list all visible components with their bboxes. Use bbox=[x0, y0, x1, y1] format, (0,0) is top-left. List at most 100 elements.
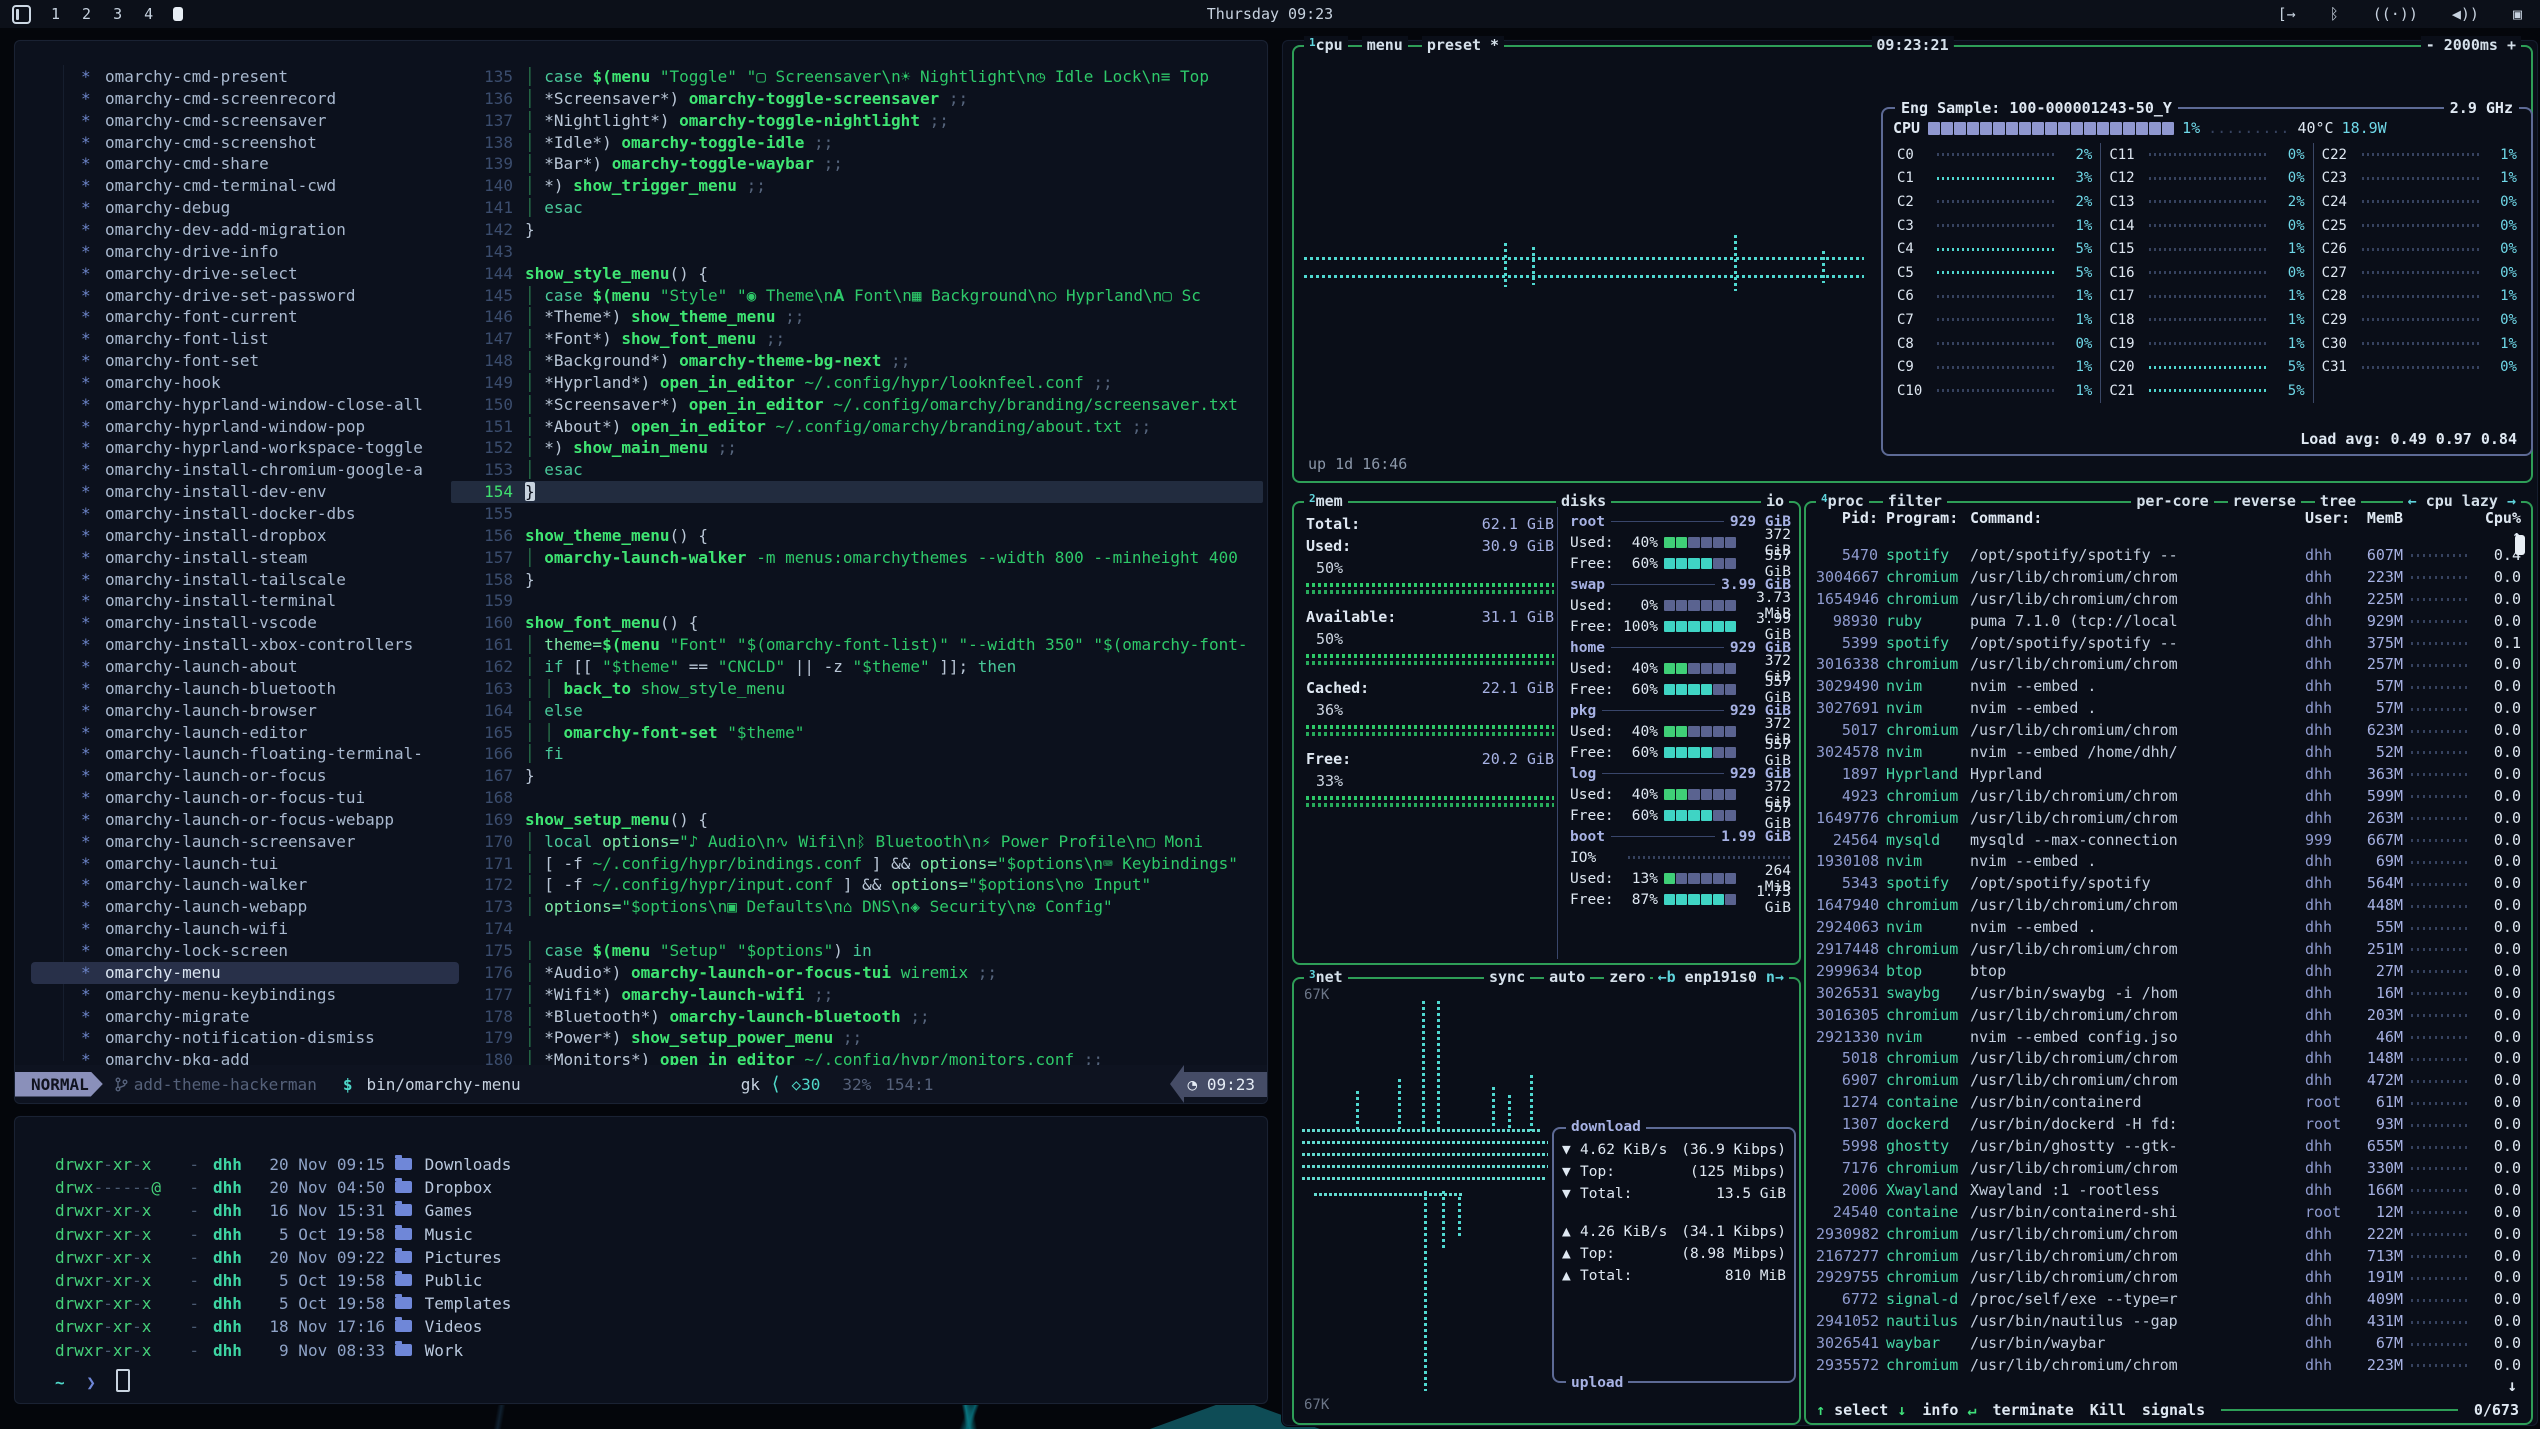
dir-row-Public[interactable]: drwxr-xr-x-dhh 5 Oct 19:58 Public bbox=[55, 1269, 1247, 1292]
code-line[interactable]: │ *Nightlight*) omarchy-toggle-nightligh… bbox=[525, 110, 1261, 132]
file-item-omarchy-notification-dismiss[interactable]: *omarchy-notification-dismiss bbox=[31, 1027, 459, 1049]
proc-action-info[interactable]: info ↵ bbox=[1922, 1401, 1976, 1419]
file-item-omarchy-font-current[interactable]: *omarchy-font-current bbox=[31, 306, 459, 328]
file-item-omarchy-cmd-share[interactable]: *omarchy-cmd-share bbox=[31, 153, 459, 175]
code-line[interactable]: │ case $(menu "Toggle" "▢ Screensaver\n☀… bbox=[525, 66, 1261, 88]
code-line[interactable]: } bbox=[525, 569, 1261, 591]
file-item-omarchy-launch-floating-terminal-[interactable]: *omarchy-launch-floating-terminal- bbox=[31, 743, 459, 765]
proc-tab-per-core[interactable]: per-core bbox=[2131, 492, 2213, 510]
file-item-omarchy-migrate[interactable]: *omarchy-migrate bbox=[31, 1006, 459, 1028]
process-24540[interactable]: 24540containe/usr/bin/containerd-shiroot… bbox=[1806, 1202, 2531, 1224]
process-2006[interactable]: 2006XwaylandXwayland :1 -rootlessdhh166M… bbox=[1806, 1180, 2531, 1202]
file-item-omarchy-launch-wifi[interactable]: *omarchy-launch-wifi bbox=[31, 918, 459, 940]
file-item-omarchy-install-dropbox[interactable]: *omarchy-install-dropbox bbox=[31, 525, 459, 547]
code-line[interactable]: │ *Font*) show_font_menu ;; bbox=[525, 328, 1261, 350]
process-2917448[interactable]: 2917448chromium/usr/lib/chromium/chromdh… bbox=[1806, 939, 2531, 961]
dir-row-Dropbox[interactable]: drwx------@-dhh20 Nov 04:50 Dropbox bbox=[55, 1176, 1247, 1199]
current-file[interactable]: bin/omarchy-menu bbox=[366, 1075, 520, 1094]
process-3016338[interactable]: 3016338chromium/usr/lib/chromium/chromdh… bbox=[1806, 654, 2531, 676]
code-line[interactable]: │ local options="♪ Audio\n∿ Wifi\nᛒ Blue… bbox=[525, 831, 1261, 853]
code-line[interactable] bbox=[525, 590, 1261, 612]
process-3027691[interactable]: 3027691nvimnvim --embed .dhh57M0.0 bbox=[1806, 698, 2531, 720]
code-line[interactable]: │ *Theme*) show_theme_menu ;; bbox=[525, 306, 1261, 328]
process-3026541[interactable]: 3026541waybar/usr/bin/waybardhh67M0.0 bbox=[1806, 1333, 2531, 1355]
process-2167277[interactable]: 2167277chromium/usr/lib/chromium/chromdh… bbox=[1806, 1246, 2531, 1268]
code-line[interactable]: } bbox=[525, 219, 1261, 241]
dir-row-Pictures[interactable]: drwxr-xr-x-dhh20 Nov 09:22 Pictures bbox=[55, 1246, 1247, 1269]
process-5470[interactable]: 5470spotify/opt/spotify/spotify --dhh607… bbox=[1806, 545, 2531, 567]
code-line[interactable]: show_theme_menu() { bbox=[525, 525, 1261, 547]
dir-row-Templates[interactable]: drwxr-xr-x-dhh 5 Oct 19:58 Templates bbox=[55, 1292, 1247, 1315]
code-line[interactable] bbox=[525, 241, 1261, 263]
filter-button[interactable]: filter bbox=[1883, 492, 1947, 510]
process-1654946[interactable]: 1654946chromium/usr/lib/chromium/chromdh… bbox=[1806, 589, 2531, 611]
file-item-omarchy-lock-screen[interactable]: *omarchy-lock-screen bbox=[31, 940, 459, 962]
proc-rows[interactable]: 5470spotify/opt/spotify/spotify --dhh607… bbox=[1806, 545, 2531, 1377]
code-line[interactable]: │ if [[ "$theme" == "CNCLD" || -z "$them… bbox=[525, 656, 1261, 678]
code-line[interactable]: │ esac bbox=[525, 459, 1261, 481]
net-tab-sync[interactable]: sync bbox=[1484, 968, 1530, 986]
process-5343[interactable]: 5343spotify/opt/spotify/spotifydhh564M0.… bbox=[1806, 873, 2531, 895]
process-5998[interactable]: 5998ghostty/usr/bin/ghostty --gtk-dhh655… bbox=[1806, 1136, 2531, 1158]
file-item-omarchy-launch-walker[interactable]: *omarchy-launch-walker bbox=[31, 874, 459, 896]
tab-disks[interactable]: disks bbox=[1556, 492, 1611, 510]
file-item-omarchy-launch-bluetooth[interactable]: *omarchy-launch-bluetooth bbox=[31, 678, 459, 700]
file-item-omarchy-install-chromium-google-a[interactable]: *omarchy-install-chromium-google-a bbox=[31, 459, 459, 481]
process-98930[interactable]: 98930rubypuma 7.1.0 (tcp://localdhh929M0… bbox=[1806, 611, 2531, 633]
file-item-omarchy-install-xbox-controllers[interactable]: *omarchy-install-xbox-controllers bbox=[31, 634, 459, 656]
process-3016305[interactable]: 3016305chromium/usr/lib/chromium/chromdh… bbox=[1806, 1005, 2531, 1027]
code-line[interactable]: │ omarchy-launch-walker -m menus:omarchy… bbox=[525, 547, 1261, 569]
disk-boot[interactable]: boot1.99 GiB bbox=[1570, 826, 1791, 847]
mem-panel[interactable]: 2mem disks io Total:62.1 GiBUsed:30.9 Gi… bbox=[1292, 501, 1801, 965]
process-2921330[interactable]: 2921330nvimnvim --embed config.jsodhh46M… bbox=[1806, 1027, 2531, 1049]
file-item-omarchy-drive-set-password[interactable]: *omarchy-drive-set-password bbox=[31, 285, 459, 307]
update-interval[interactable]: - 2000ms + bbox=[2421, 36, 2521, 54]
tab-mem[interactable]: 2mem bbox=[1304, 492, 1348, 510]
file-item-omarchy-launch-or-focus-webapp[interactable]: *omarchy-launch-or-focus-webapp bbox=[31, 809, 459, 831]
process-2924063[interactable]: 2924063nvimnvim --embed .dhh55M0.0 bbox=[1806, 917, 2531, 939]
terminal-window[interactable]: drwxr-xr-x-dhh20 Nov 09:15 Downloadsdrwx… bbox=[14, 1116, 1268, 1404]
file-item-omarchy-install-steam[interactable]: *omarchy-install-steam bbox=[31, 547, 459, 569]
net-interface[interactable]: ←b enp191s0 n→ bbox=[1653, 968, 1789, 986]
code-line[interactable]: │ case $(menu "Style" "◉ Theme\n𝐀 Font\n… bbox=[525, 285, 1261, 307]
code-line[interactable]: │ *Screensaver*) omarchy-toggle-screensa… bbox=[525, 88, 1261, 110]
code-line[interactable]: │ [ -f ~/.config/hypr/input.conf ] && op… bbox=[525, 874, 1261, 896]
proc-action-Kill[interactable]: Kill bbox=[2090, 1401, 2126, 1419]
code-line[interactable]: │ theme=$(menu "Font" "$(omarchy-font-li… bbox=[525, 634, 1261, 656]
net-tab-auto[interactable]: auto bbox=[1544, 968, 1590, 986]
process-5399[interactable]: 5399spotify/opt/spotify/spotify --dhh375… bbox=[1806, 633, 2531, 655]
code-line[interactable]: show_font_menu() { bbox=[525, 612, 1261, 634]
process-2930982[interactable]: 2930982chromium/usr/lib/chromium/chromdh… bbox=[1806, 1224, 2531, 1246]
process-1274[interactable]: 1274containe/usr/bin/containerdroot61M0.… bbox=[1806, 1092, 2531, 1114]
proc-action-select[interactable]: ↑ select ↓ bbox=[1816, 1401, 1906, 1419]
process-5017[interactable]: 5017chromium/usr/lib/chromium/chromdhh62… bbox=[1806, 720, 2531, 742]
code-line[interactable] bbox=[525, 503, 1261, 525]
file-item-omarchy-cmd-terminal-cwd[interactable]: *omarchy-cmd-terminal-cwd bbox=[31, 175, 459, 197]
code-line[interactable]: │ case $(menu "Setup" "$options") in bbox=[525, 940, 1261, 962]
process-6772[interactable]: 6772signal-d/proc/self/exe --type=rdhh40… bbox=[1806, 1289, 2531, 1311]
process-1647940[interactable]: 1647940chromium/usr/lib/chromium/chromdh… bbox=[1806, 895, 2531, 917]
code-line[interactable]: │ │ omarchy-font-set "$theme" bbox=[525, 722, 1261, 744]
file-item-omarchy-launch-screensaver[interactable]: *omarchy-launch-screensaver bbox=[31, 831, 459, 853]
code-line[interactable]: } bbox=[525, 481, 1261, 503]
file-item-omarchy-hook[interactable]: *omarchy-hook bbox=[31, 372, 459, 394]
file-item-omarchy-launch-editor[interactable]: *omarchy-launch-editor bbox=[31, 722, 459, 744]
code-line[interactable]: show_style_menu() { bbox=[525, 263, 1261, 285]
file-item-omarchy-hyprland-workspace-toggle[interactable]: *omarchy-hyprland-workspace-toggle bbox=[31, 437, 459, 459]
code-line[interactable]: │ esac bbox=[525, 197, 1261, 219]
file-item-omarchy-install-dev-env[interactable]: *omarchy-install-dev-env bbox=[31, 481, 459, 503]
proc-tab-reverse[interactable]: reverse bbox=[2228, 492, 2301, 510]
dir-row-Games[interactable]: drwxr-xr-x-dhh16 Nov 15:31 Games bbox=[55, 1199, 1247, 1222]
code-line[interactable]: │ *Audio*) omarchy-launch-or-focus-tui w… bbox=[525, 962, 1261, 984]
net-panel[interactable]: 3net syncautozero ←b enp191s0 n→ 67K 67K bbox=[1292, 977, 1801, 1425]
code-line[interactable]: │ *Hyprland*) open_in_editor ~/.config/h… bbox=[525, 372, 1261, 394]
file-item-omarchy-drive-select[interactable]: *omarchy-drive-select bbox=[31, 263, 459, 285]
code-line[interactable] bbox=[525, 918, 1261, 940]
proc-scrollbar[interactable] bbox=[2515, 535, 2525, 555]
proc-action-terminate[interactable]: terminate bbox=[1993, 1401, 2074, 1419]
tab-io[interactable]: io bbox=[1761, 492, 1789, 510]
cpu-panel[interactable]: 1cpu menu preset * 09:23:21 - 2000ms + E… bbox=[1292, 45, 2533, 483]
code-line[interactable] bbox=[525, 787, 1261, 809]
process-2935572[interactable]: 2935572chromium/usr/lib/chromium/chromdh… bbox=[1806, 1355, 2531, 1377]
file-item-omarchy-launch-or-focus-tui[interactable]: *omarchy-launch-or-focus-tui bbox=[31, 787, 459, 809]
